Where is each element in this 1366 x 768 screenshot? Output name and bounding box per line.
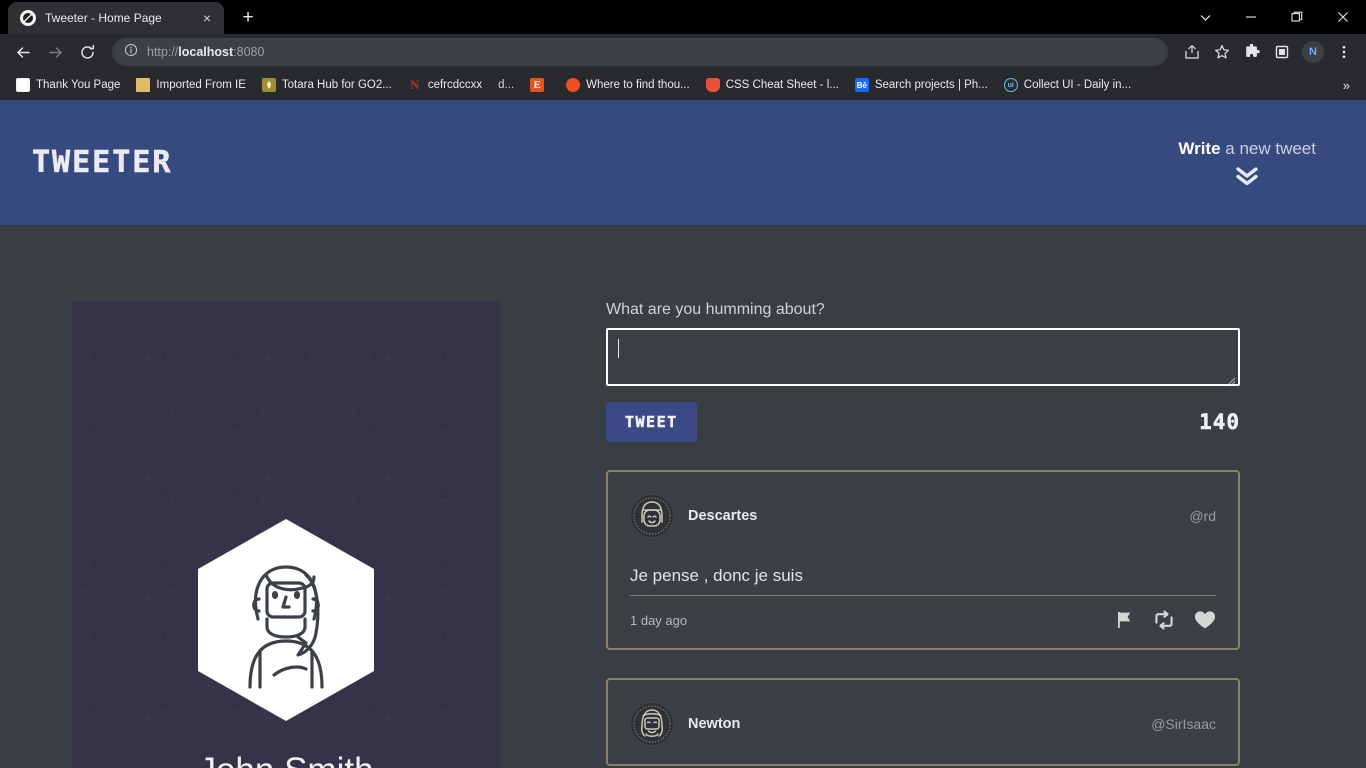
browser-window: Tweeter - Home Page × + http://localhost… — [0, 0, 1366, 768]
text-caret — [618, 339, 619, 358]
bookmark-star-icon[interactable] — [1208, 38, 1236, 66]
forward-icon[interactable] — [40, 37, 70, 67]
flag-icon[interactable] — [1114, 610, 1134, 630]
feed-column: What are you humming about? TWEET 140 De… — [606, 301, 1246, 768]
bookmark-item[interactable]: Totara Hub for GO2... — [256, 75, 398, 95]
tweet-actions — [1114, 610, 1216, 630]
bookmark-label: Imported From IE — [156, 79, 246, 91]
bookmarks-bar: Thank You Page Imported From IE Totara H… — [0, 70, 1366, 100]
bookmark-label: Collect UI - Daily in... — [1023, 79, 1132, 91]
write-rest: a new tweet — [1220, 138, 1316, 158]
window-close-icon[interactable] — [1320, 0, 1366, 34]
toolbar-icons: N — [1178, 38, 1358, 66]
page-content: John Smith What are you humming about? T… — [0, 225, 1366, 768]
kebab-menu-icon[interactable] — [1330, 38, 1358, 66]
bookmark-label: Search projects | Ph... — [874, 79, 988, 91]
tab-search-icon[interactable] — [1182, 0, 1228, 34]
bookmark-item[interactable]: CSS Cheat Sheet - l... — [700, 75, 845, 95]
tweet-card[interactable]: Descartes @rd Je pense , donc je suis 1 … — [606, 470, 1240, 650]
reddit-icon — [566, 78, 581, 92]
bookmarks-overflow-icon[interactable]: » — [1337, 78, 1356, 93]
descartes-face-avatar — [630, 494, 674, 538]
profile-card: John Smith — [72, 301, 500, 768]
tab-strip: Tweeter - Home Page × + — [0, 0, 1366, 34]
bookmark-item[interactable]: N cefrcdccxx — [402, 75, 488, 95]
address-bar[interactable]: http://localhost:8080 — [112, 38, 1168, 66]
write-strong: Write — [1178, 138, 1221, 158]
site-info-icon[interactable] — [124, 43, 138, 62]
tweet-author-name: Newton — [688, 716, 741, 732]
window-controls — [1182, 0, 1366, 34]
tweet-author-name: Descartes — [688, 508, 758, 524]
tweet-submit-button[interactable]: TWEET — [606, 402, 697, 442]
extensions-puzzle-icon[interactable] — [1238, 38, 1266, 66]
bookmark-label: cefrcdccxx — [427, 79, 483, 91]
tab-title: Tweeter - Home Page — [45, 11, 162, 25]
character-counter: 140 — [1199, 410, 1240, 435]
minimize-icon[interactable] — [1228, 0, 1274, 34]
folder-icon — [136, 78, 151, 92]
tweet-author-handle: @rd — [1189, 508, 1216, 524]
close-icon[interactable]: × — [198, 9, 216, 27]
hexagon-person-avatar — [188, 515, 384, 725]
tweet-timestamp: 1 day ago — [630, 612, 688, 628]
resize-grip-icon[interactable] — [1226, 373, 1236, 386]
split-screen-icon[interactable] — [1268, 38, 1296, 66]
page-viewport: TWEETER Write a new tweet What are you h… — [0, 100, 1366, 768]
tweet-card[interactable]: Newton @SirIsaac — [606, 678, 1240, 766]
double-chevron-down-icon[interactable] — [1232, 165, 1262, 187]
retweet-icon[interactable] — [1153, 610, 1175, 630]
compose-actions: TWEET 140 — [606, 402, 1240, 442]
tweet-author-handle: @SirIsaac — [1151, 716, 1216, 732]
tweet-header: Descartes @rd — [630, 494, 1216, 538]
profile-column: John Smith — [0, 301, 500, 768]
heart-icon[interactable] — [1194, 610, 1216, 630]
tweet-footer: 1 day ago — [630, 610, 1216, 630]
brand-logo[interactable]: TWEETER — [32, 145, 172, 181]
bookmark-item[interactable]: E — [524, 75, 556, 95]
bookmark-item[interactable]: Imported From IE — [130, 75, 251, 95]
bookmark-label: Thank You Page — [36, 79, 121, 91]
compose-label: What are you humming about? — [606, 301, 825, 318]
behance-icon: Bē — [854, 78, 869, 92]
maximize-icon[interactable] — [1274, 0, 1320, 34]
new-tab-button[interactable]: + — [234, 4, 262, 32]
browser-tab[interactable]: Tweeter - Home Page × — [8, 2, 224, 34]
globe-icon — [20, 10, 36, 26]
url-text: http://localhost:8080 — [147, 45, 265, 59]
bookmark-item[interactable]: d... — [492, 76, 520, 94]
bookmark-label: CSS Cheat Sheet - l... — [725, 79, 839, 91]
back-icon[interactable] — [8, 37, 38, 67]
globe-icon — [16, 78, 30, 92]
compose-textarea[interactable] — [606, 328, 1240, 386]
collectui-icon: ui — [1003, 78, 1018, 92]
bookmark-item[interactable]: Thank You Page — [10, 75, 126, 95]
bookmark-label: Where to find thou... — [586, 79, 690, 91]
share-icon[interactable] — [1178, 38, 1206, 66]
profile-name: John Smith — [198, 751, 373, 768]
write-new-tweet-label: Write a new tweet — [1178, 139, 1316, 159]
reload-icon[interactable] — [72, 37, 102, 67]
profile-avatar[interactable]: N — [1302, 41, 1324, 63]
bookmark-item[interactable]: Where to find thou... — [560, 75, 696, 95]
site-header: TWEETER Write a new tweet — [0, 100, 1366, 225]
tweet-header: Newton @SirIsaac — [630, 702, 1216, 746]
netflix-icon: N — [410, 78, 420, 92]
leaf-icon — [261, 78, 276, 92]
bookmark-label: d... — [498, 79, 515, 91]
bookmark-item[interactable]: Bē Search projects | Ph... — [849, 75, 994, 95]
browser-toolbar: http://localhost:8080 N — [0, 34, 1366, 70]
tweet-body: Je pense , donc je suis — [630, 566, 1216, 596]
bookmark-label: Totara Hub for GO2... — [281, 79, 392, 91]
newton-face-avatar — [630, 702, 674, 746]
write-new-tweet-button[interactable]: Write a new tweet — [1178, 139, 1318, 187]
evernote-icon: E — [530, 78, 545, 92]
strawberry-icon — [705, 78, 720, 92]
bookmark-item[interactable]: ui Collect UI - Daily in... — [998, 75, 1137, 95]
